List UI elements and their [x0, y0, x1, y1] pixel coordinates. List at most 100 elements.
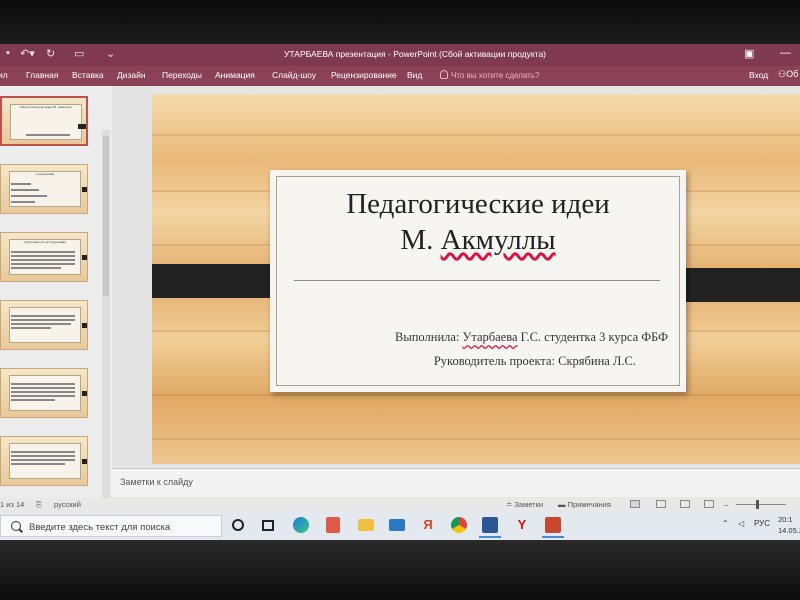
scrollbar-thumb[interactable] [103, 136, 109, 296]
tab-view[interactable]: Вид [407, 70, 422, 80]
thumbnail-text-line [11, 327, 51, 329]
thumbnail-text-line [11, 463, 65, 465]
title-bar: ▪ ↶▾ ↻ ▭ ⌄ УТАРБАЕВА презентация - Power… [0, 44, 800, 66]
thumbnail-text-line [11, 383, 75, 385]
ribbon-display-icon[interactable]: ▣ [744, 47, 754, 60]
task-view-icon[interactable] [262, 520, 274, 531]
notes-toggle-label: Заметки [514, 500, 544, 509]
thumbnail-text-line [26, 134, 70, 136]
thumbnail-text-line [11, 189, 39, 191]
tell-me-search[interactable]: Что вы хотите сделать? [440, 70, 539, 80]
tab-insert[interactable]: Вставка [72, 70, 104, 80]
thumbnail-bar [82, 391, 87, 396]
customize-toolbar-icon[interactable]: ⌄ [106, 47, 115, 60]
thumbnail-text-line [11, 267, 61, 269]
slide-title-line1: Педагогические идеи [346, 188, 610, 220]
slide-supervisor[interactable]: Руководитель проекта: Скрябина Л.С. [330, 354, 636, 369]
thumbnail-scrollbar[interactable] [102, 130, 110, 536]
thumbnail-text-line [11, 399, 55, 401]
thumbnail-text-line [11, 263, 75, 265]
spellcheck-icon[interactable]: ⎘ [36, 500, 42, 510]
chrome-icon[interactable] [451, 517, 467, 533]
tab-transitions[interactable]: Переходы [162, 70, 202, 80]
keyboard-language[interactable]: РУС [754, 519, 770, 528]
thumbnail-text-line [11, 259, 75, 261]
decorative-bar-left [152, 264, 284, 298]
gift-app-icon[interactable] [326, 517, 340, 533]
slide-thumbnail-4[interactable] [0, 300, 88, 350]
thumbnail-card [9, 239, 81, 275]
mail-icon[interactable] [389, 519, 405, 531]
language-indicator[interactable]: русский [54, 500, 81, 509]
ribbon-tabs: ил Главная Вставка Дизайн Переходы Анима… [0, 66, 800, 86]
zoom-slider-thumb[interactable] [756, 500, 759, 509]
yandex-icon[interactable]: Я [420, 517, 436, 533]
sign-in-link[interactable]: Вход [749, 70, 768, 80]
thumbnail-text-line [11, 183, 31, 185]
notes-toggle[interactable]: ≐ Заметки [506, 500, 543, 509]
minimize-icon[interactable]: — [780, 47, 791, 59]
powerpoint-icon[interactable] [542, 517, 564, 538]
taskbar-search[interactable]: Введите здесь текст для поиска [0, 515, 222, 537]
slide-thumbnail-1[interactable]: Педагогические идеи М. Акмуллы [0, 96, 88, 146]
thumbnail-card [9, 375, 81, 411]
redo-icon[interactable]: ↻ [46, 47, 55, 60]
search-placeholder: Введите здесь текст для поиска [29, 522, 171, 533]
taskbar-clock[interactable]: 20:1 14.05.2 [778, 514, 800, 536]
current-slide[interactable]: Педагогические идеи М. Акмуллы Выполнила… [152, 94, 800, 464]
word-icon[interactable] [479, 517, 501, 538]
title-card: Педагогические идеи М. Акмуллы Выполнила… [270, 170, 686, 392]
cortana-icon[interactable] [232, 519, 244, 531]
share-button[interactable]: ⚇Об [778, 69, 798, 80]
thumbnail-text-line [11, 387, 75, 389]
comments-toggle[interactable]: ▬ Примечания [558, 500, 611, 509]
notes-pane[interactable]: Заметки к слайду [112, 468, 800, 497]
start-slideshow-icon[interactable]: ▭ [74, 47, 84, 60]
thumbnail-card [9, 307, 81, 343]
thumbnail-text-line [11, 201, 35, 203]
monitor-bezel-bottom [0, 540, 800, 600]
author-rest: Г.С. студентка 3 курса ФБФ [517, 330, 668, 344]
tab-animations[interactable]: Анимация [215, 70, 255, 80]
slide-author[interactable]: Выполнила: Утарбаева Г.С. студентка 3 ку… [330, 330, 668, 345]
thumbnail-text-line [11, 195, 47, 197]
screen: ▪ ↶▾ ↻ ▭ ⌄ УТАРБАЕВА презентация - Power… [0, 44, 800, 540]
file-explorer-icon[interactable] [358, 519, 374, 531]
normal-view-icon[interactable] [630, 500, 640, 508]
title-initial: М. [400, 224, 441, 256]
decorative-bar-right [670, 268, 800, 302]
undo-icon[interactable]: ↶▾ [20, 47, 35, 60]
save-icon[interactable]: ▪ [6, 47, 10, 59]
tab-design[interactable]: Дизайн [117, 70, 146, 80]
slide-thumbnail-5[interactable] [0, 368, 88, 418]
slide-thumbnail-6[interactable] [0, 436, 88, 486]
thumbnail-bar [82, 323, 87, 328]
reading-view-icon[interactable] [680, 500, 690, 508]
thumbnail-text-line [11, 323, 71, 325]
clock-date: 14.05.2 [778, 526, 800, 535]
zoom-slider[interactable] [736, 504, 786, 505]
tab-slideshow[interactable]: Слайд-шоу [272, 70, 316, 80]
tab-file[interactable]: ил [0, 70, 8, 80]
slide-thumbnail-2[interactable]: Содержание [0, 164, 88, 214]
slideshow-view-icon[interactable] [704, 500, 714, 508]
thumbnail-text-line [11, 255, 75, 257]
slide-counter: 1 из 14 [0, 500, 25, 509]
volume-icon[interactable]: ◁ [738, 519, 744, 528]
slide-sorter-icon[interactable] [656, 500, 666, 508]
status-bar: 1 из 14 ⎘ русский ≐ Заметки ▬ Примечания… [0, 498, 800, 511]
slide-thumbnail-pane: Педагогические идеи М. Акмуллы Содержани… [0, 86, 112, 536]
tray-chevron-icon[interactable]: ⌃ [722, 519, 729, 528]
edge-browser-icon[interactable] [293, 517, 309, 533]
zoom-out-icon[interactable]: – [724, 500, 728, 509]
slide-title[interactable]: Педагогические идеи М. Акмуллы [276, 186, 680, 258]
thumbnail-text-line [11, 315, 75, 317]
slide-editor: Педагогические идеи М. Акмуллы Выполнила… [112, 86, 800, 466]
clock-time: 20:1 [778, 515, 793, 524]
yandex-browser-icon[interactable]: Y [514, 517, 530, 533]
thumbnail-text-line [11, 459, 75, 461]
tab-review[interactable]: Рецензирование [331, 70, 397, 80]
tab-home[interactable]: Главная [26, 70, 58, 80]
slide-thumbnail-3[interactable]: Актуальность исследования [0, 232, 88, 282]
thumbnail-text-line [11, 319, 75, 321]
